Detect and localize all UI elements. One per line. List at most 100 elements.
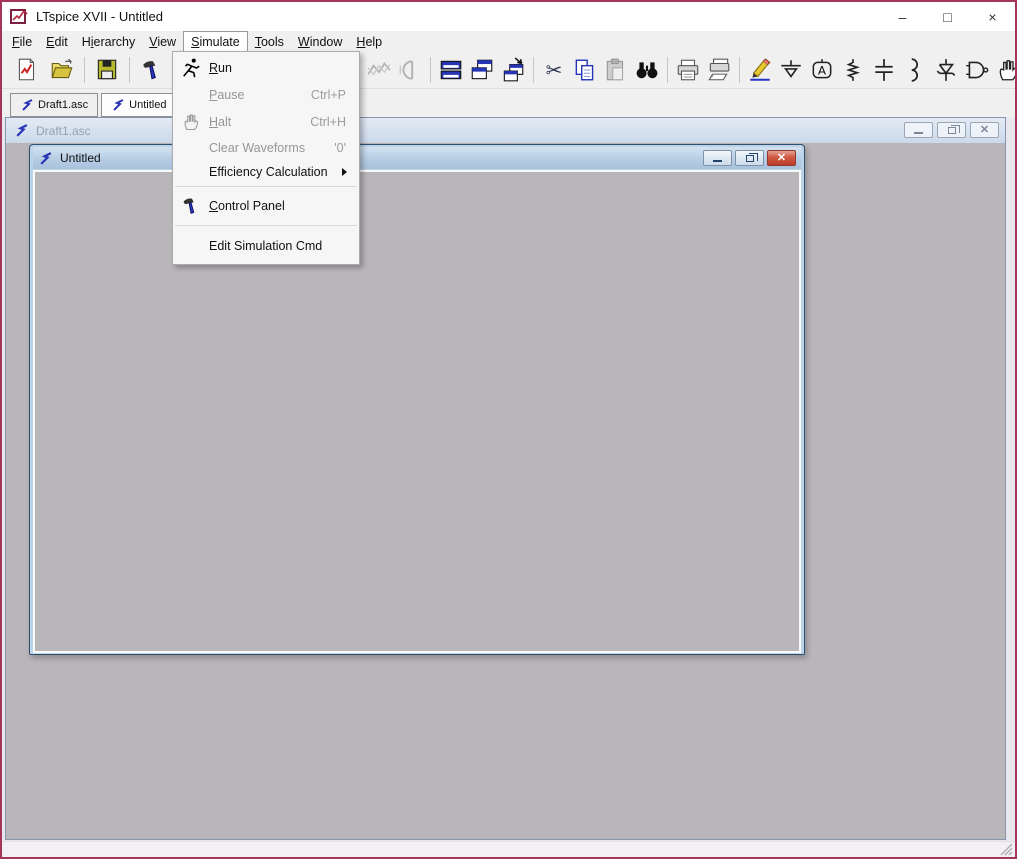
menu-separator xyxy=(175,186,357,187)
restore-icon xyxy=(948,127,956,134)
wire-pencil-icon xyxy=(747,57,773,83)
cascade-windows-button[interactable] xyxy=(467,55,497,85)
draw-wire-button[interactable] xyxy=(745,55,775,85)
waveform-disabled-icon xyxy=(366,57,392,83)
menu-item-clear-waveforms: Clear Waveforms '0' xyxy=(173,135,359,161)
move-button[interactable] xyxy=(993,55,1017,85)
ltspice-app-icon xyxy=(10,9,28,25)
tab-untitled[interactable]: Untitled xyxy=(101,93,176,117)
menu-item-pause: Pause Ctrl+P xyxy=(173,81,359,108)
document-tab-bar: Draft1.asc Untitled xyxy=(2,89,1015,117)
menu-item-run[interactable]: Run xyxy=(173,55,359,81)
control-panel-button[interactable] xyxy=(135,55,169,85)
new-schematic-icon xyxy=(14,57,40,83)
open-folder-icon xyxy=(49,57,75,83)
menu-item-edit-simulation-cmd[interactable]: Edit Simulation Cmd xyxy=(173,230,359,261)
untitled-close-button[interactable]: ✕ xyxy=(767,150,796,166)
resize-grip[interactable] xyxy=(1000,843,1013,856)
hammer-icon xyxy=(139,57,165,83)
cut-scissors-icon: ✂ xyxy=(546,58,563,83)
menu-separator xyxy=(175,225,357,226)
run-icon xyxy=(180,57,202,79)
component-gate-button[interactable] xyxy=(962,55,992,85)
untitled-minimize-button[interactable] xyxy=(703,150,732,166)
cut-button[interactable]: ✂ xyxy=(539,55,569,85)
draft1-window-title: Draft1.asc xyxy=(36,124,91,138)
resistor-button[interactable] xyxy=(838,55,868,85)
probe-button xyxy=(395,55,425,85)
capacitor-button[interactable] xyxy=(869,55,899,85)
maximize-button[interactable]: □ xyxy=(925,2,970,31)
draft1-minimize-button[interactable] xyxy=(904,122,933,138)
submenu-arrow-icon xyxy=(342,168,347,176)
draft1-restore-button[interactable] xyxy=(937,122,966,138)
tab-draft1[interactable]: Draft1.asc xyxy=(10,93,98,117)
probe-disabled-icon xyxy=(397,57,423,83)
toolbar: ✂ xyxy=(2,52,1015,89)
untitled-restore-button[interactable] xyxy=(735,150,764,166)
bring-to-front-icon xyxy=(500,57,526,83)
menu-item-halt: Halt Ctrl+H xyxy=(173,108,359,135)
new-schematic-button[interactable] xyxy=(10,55,44,85)
menu-view[interactable]: View xyxy=(142,31,183,52)
menu-tools[interactable]: Tools xyxy=(248,31,291,52)
halt-hand-icon xyxy=(181,112,201,132)
schematic-doc-icon xyxy=(38,151,53,166)
menu-item-efficiency-calculation[interactable]: Efficiency Calculation xyxy=(173,161,359,182)
window-title: LTspice XVII - Untitled xyxy=(36,9,163,24)
untitled-window: Untitled ✕ xyxy=(29,144,805,655)
control-panel-icon xyxy=(180,195,202,217)
paste-button xyxy=(601,55,631,85)
mdi-client-area: Draft1.asc ✕ Untitled ✕ xyxy=(2,117,1015,841)
close-button[interactable]: × xyxy=(970,2,1015,31)
minimize-icon xyxy=(713,160,722,162)
close-icon: ✕ xyxy=(980,125,989,136)
print-button[interactable] xyxy=(673,55,703,85)
inductor-button[interactable] xyxy=(900,55,930,85)
tile-windows-icon xyxy=(438,57,464,83)
menu-hierarchy[interactable]: Hierarchy xyxy=(75,31,143,52)
menu-edit[interactable]: Edit xyxy=(39,31,75,52)
copy-button[interactable] xyxy=(570,55,600,85)
schematic-doc-icon xyxy=(111,98,125,112)
menu-window[interactable]: Window xyxy=(291,31,349,52)
schematic-doc-icon xyxy=(14,123,29,138)
menu-file[interactable]: File xyxy=(5,31,39,52)
label-net-button[interactable]: A xyxy=(807,55,837,85)
draft1-close-button[interactable]: ✕ xyxy=(970,122,999,138)
open-file-button[interactable] xyxy=(45,55,79,85)
menu-item-control-panel[interactable]: Control Panel xyxy=(173,191,359,221)
untitled-window-title: Untitled xyxy=(60,151,101,165)
close-icon: ✕ xyxy=(777,153,786,164)
cascade-windows-icon xyxy=(469,57,495,83)
diode-icon xyxy=(933,57,959,83)
save-floppy-icon xyxy=(94,57,120,83)
schematic-doc-icon xyxy=(20,98,34,112)
diode-button[interactable] xyxy=(931,55,961,85)
move-hand-icon xyxy=(995,57,1017,83)
bring-to-front-button[interactable] xyxy=(498,55,528,85)
paste-disabled-icon xyxy=(603,57,629,83)
inductor-icon xyxy=(902,57,928,83)
minimize-button[interactable]: – xyxy=(880,2,925,31)
restore-icon xyxy=(746,155,754,162)
untitled-window-titlebar[interactable]: Untitled xyxy=(33,147,801,169)
find-button[interactable] xyxy=(632,55,662,85)
print-preview-button[interactable] xyxy=(704,55,734,85)
ground-button[interactable] xyxy=(776,55,806,85)
menu-simulate[interactable]: Simulate xyxy=(183,31,248,52)
schematic-canvas[interactable] xyxy=(33,170,801,653)
menu-help[interactable]: Help xyxy=(349,31,389,52)
view-waveform-button xyxy=(364,55,394,85)
find-binoculars-icon xyxy=(634,57,660,83)
tile-windows-button[interactable] xyxy=(436,55,466,85)
title-bar[interactable]: LTspice XVII - Untitled – □ × xyxy=(2,2,1015,31)
copy-icon xyxy=(572,57,598,83)
simulate-dropdown-menu: Run Pause Ctrl+P Halt Ctrl+H Clear Wavef… xyxy=(172,51,360,265)
minimize-icon xyxy=(914,132,923,134)
logic-gate-icon xyxy=(964,57,990,83)
save-button[interactable] xyxy=(90,55,124,85)
print-preview-icon xyxy=(706,57,732,83)
svg-text:A: A xyxy=(818,63,827,77)
draft1-window-titlebar[interactable]: Draft1.asc xyxy=(6,118,1005,143)
